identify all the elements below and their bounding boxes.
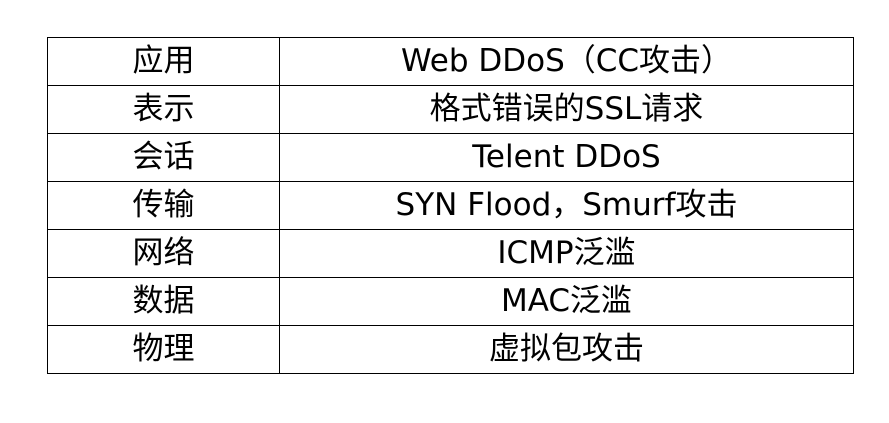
table-row: 会话 Telent DDoS [47,133,854,182]
attack-cell: Telent DDoS [279,133,854,182]
layer-cell: 网络 [47,229,280,278]
table-row: 物理 虚拟包攻击 [47,325,854,374]
layer-cell: 表示 [47,85,280,134]
attack-cell: Web DDoS（CC攻击） [279,37,854,86]
layer-cell: 数据 [47,277,280,326]
layer-cell: 传输 [47,181,280,230]
attack-table-container: 应用 Web DDoS（CC攻击） 表示 格式错误的SSL请求 会话 Telen… [47,37,854,374]
layer-attack-table: 应用 Web DDoS（CC攻击） 表示 格式错误的SSL请求 会话 Telen… [47,37,854,374]
attack-cell: MAC泛滥 [279,277,854,326]
attack-cell: ICMP泛滥 [279,229,854,278]
table-row: 表示 格式错误的SSL请求 [47,85,854,134]
layer-cell: 会话 [47,133,280,182]
table-row: 网络 ICMP泛滥 [47,229,854,278]
table-row: 应用 Web DDoS（CC攻击） [47,37,854,86]
attack-cell: 虚拟包攻击 [279,325,854,374]
layer-cell: 应用 [47,37,280,86]
attack-cell: 格式错误的SSL请求 [279,85,854,134]
layer-cell: 物理 [47,325,280,374]
attack-cell: SYN Flood，Smurf攻击 [279,181,854,230]
table-row: 数据 MAC泛滥 [47,277,854,326]
table-row: 传输 SYN Flood，Smurf攻击 [47,181,854,230]
